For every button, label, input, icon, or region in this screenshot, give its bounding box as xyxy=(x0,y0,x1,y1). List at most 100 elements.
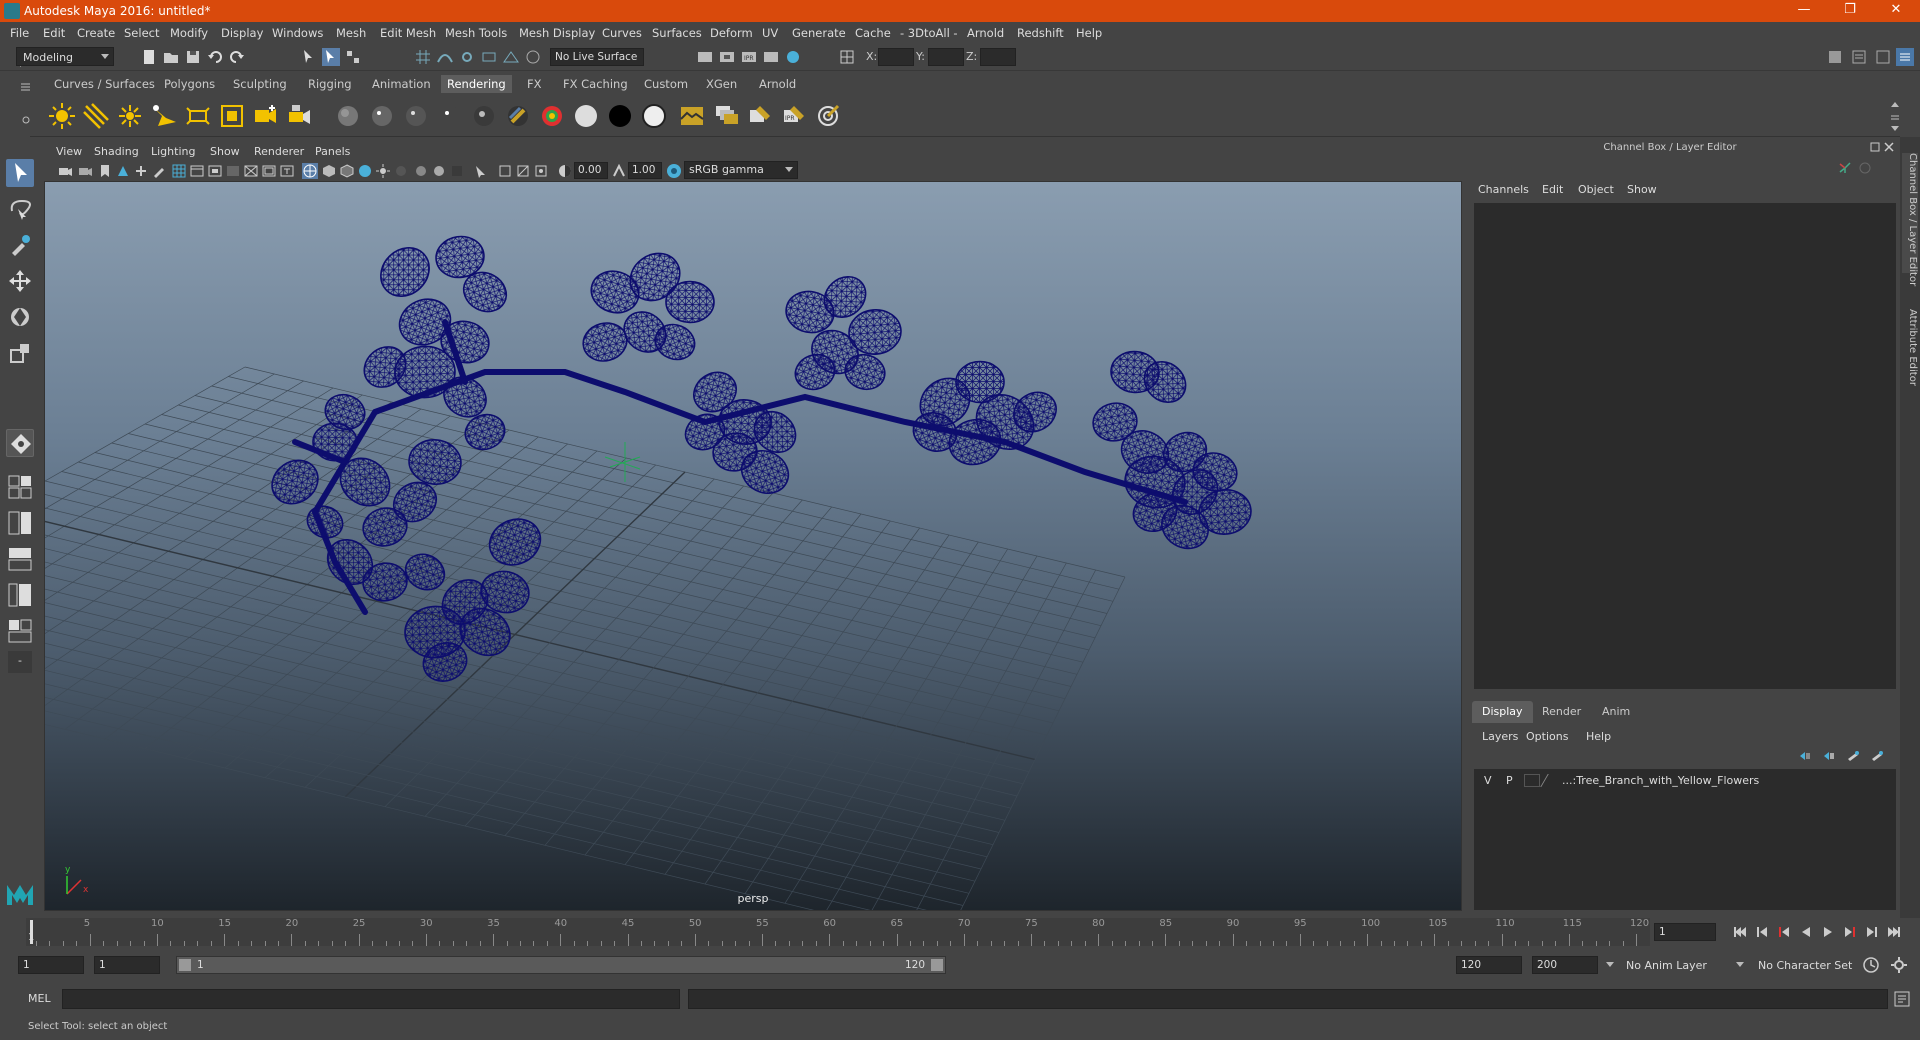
shelf-tab-xgen[interactable]: XGen xyxy=(700,75,743,93)
cb-menu-show[interactable]: Show xyxy=(1627,183,1657,196)
command-input[interactable] xyxy=(62,989,680,1009)
menu-set-dropdown[interactable]: Modeling xyxy=(16,47,114,66)
menu-generate[interactable]: Generate xyxy=(792,26,846,40)
layer-type-toggle[interactable] xyxy=(1524,774,1540,787)
shader-shading-map-icon[interactable] xyxy=(640,102,668,130)
cb-menu-channels[interactable]: Channels xyxy=(1478,183,1529,196)
render-view-icon[interactable] xyxy=(696,48,714,66)
rotate-tool-icon[interactable] xyxy=(6,303,34,331)
layout-hypershade-icon[interactable] xyxy=(6,617,34,645)
shelf-tab-animation[interactable]: Animation xyxy=(366,75,437,93)
character-set-dropdown[interactable]: No Character Set xyxy=(1752,956,1872,975)
menu-edit[interactable]: Edit xyxy=(43,26,65,40)
layout-graph-editor-icon[interactable] xyxy=(6,581,34,609)
menu-redshift[interactable]: Redshift xyxy=(1017,26,1064,40)
flower-petal-mesh[interactable] xyxy=(312,422,358,462)
menu-edit-mesh[interactable]: Edit Mesh xyxy=(380,26,436,40)
viewport-menu-shading[interactable]: Shading xyxy=(94,145,139,158)
bookmark-icon[interactable] xyxy=(98,164,112,178)
script-editor-icon[interactable] xyxy=(1894,991,1910,1007)
cb-menu-object[interactable]: Object xyxy=(1578,183,1614,196)
range-slider[interactable]: 1 120 xyxy=(176,956,946,974)
image-plane-icon[interactable] xyxy=(116,164,130,178)
field-chart-icon[interactable] xyxy=(244,164,258,178)
animation-preferences-icon[interactable] xyxy=(1890,956,1908,974)
render-frame-icon[interactable] xyxy=(718,48,736,66)
flower-petal-mesh[interactable] xyxy=(399,548,450,597)
safe-action-icon[interactable] xyxy=(262,164,276,178)
layer-playback-toggle[interactable]: P xyxy=(1506,774,1513,787)
viewport-menu-show[interactable]: Show xyxy=(210,145,240,158)
shadows-icon[interactable] xyxy=(394,164,408,178)
create-camera-icon[interactable] xyxy=(252,102,280,130)
layout-outliner-icon[interactable] xyxy=(6,545,34,573)
viewport-menu-view[interactable]: View xyxy=(56,145,82,158)
gamma-icon[interactable] xyxy=(612,164,626,178)
layer-row[interactable]: V P ...:Tree_Branch_with_Yellow_Flowers xyxy=(1478,772,1892,790)
modeling-toolkit-icon[interactable] xyxy=(1826,48,1844,66)
undo-icon[interactable] xyxy=(206,48,224,66)
shader-white-icon[interactable] xyxy=(572,102,600,130)
2d-pan-zoom-icon[interactable] xyxy=(134,164,148,178)
viewport-menu-renderer[interactable]: Renderer xyxy=(254,145,304,158)
select-hierarchy-icon[interactable] xyxy=(300,48,318,66)
shader-blinn-icon[interactable] xyxy=(368,102,396,130)
tab-display[interactable]: Display xyxy=(1472,701,1533,723)
channel-box-axis-icon[interactable] xyxy=(1838,161,1852,175)
flower-petal-mesh[interactable] xyxy=(371,238,439,306)
resolution-gate-icon[interactable] xyxy=(208,164,222,178)
menu-curves[interactable]: Curves xyxy=(602,26,642,40)
layer-color-swatch[interactable] xyxy=(1540,774,1558,787)
render-target-icon[interactable] xyxy=(814,102,842,130)
layout-menu-button[interactable]: - xyxy=(8,651,32,673)
gamma-field[interactable]: 1.00 xyxy=(628,162,662,179)
exposure-icon[interactable] xyxy=(558,164,572,178)
save-scene-icon[interactable] xyxy=(184,48,202,66)
step-back-key-icon[interactable] xyxy=(1776,924,1792,940)
transform-constraint-icon[interactable] xyxy=(838,48,856,66)
flower-petal-mesh[interactable] xyxy=(665,280,715,324)
restore-button[interactable]: ❐ xyxy=(1836,2,1864,20)
shelf-tab-sculpting[interactable]: Sculpting xyxy=(227,75,293,93)
viewport-menu-lighting[interactable]: Lighting xyxy=(151,145,195,158)
menu-mesh-display[interactable]: Mesh Display xyxy=(519,26,595,40)
ipr-region-icon[interactable]: IPR xyxy=(780,102,808,130)
select-component-icon[interactable] xyxy=(344,48,362,66)
snap-view-plane-icon[interactable] xyxy=(502,48,520,66)
step-forward-key-icon[interactable] xyxy=(1842,924,1858,940)
step-back-icon[interactable] xyxy=(1754,924,1770,940)
layout-single-pane-icon[interactable] xyxy=(6,473,34,501)
channel-box-icon[interactable] xyxy=(1896,48,1914,66)
scene-canvas[interactable]: y x xyxy=(45,182,1462,911)
layer-visibility-toggle[interactable]: V xyxy=(1484,774,1492,787)
go-to-start-icon[interactable] xyxy=(1732,924,1748,940)
new-layer-selected-icon[interactable] xyxy=(1870,749,1884,763)
le-menu-help[interactable]: Help xyxy=(1586,730,1611,743)
point-light-icon[interactable] xyxy=(116,102,144,130)
shelf-tab-polygons[interactable]: Polygons xyxy=(158,75,221,93)
shader-surface-icon[interactable] xyxy=(436,102,464,130)
attribute-editor-icon[interactable] xyxy=(1850,48,1868,66)
side-tab-attribute-editor[interactable]: Attribute Editor xyxy=(1902,309,1918,399)
channel-box-settings-icon[interactable] xyxy=(1858,161,1872,175)
paint-select-icon[interactable] xyxy=(6,231,34,259)
channel-list[interactable] xyxy=(1474,203,1896,689)
menu-uv[interactable]: UV xyxy=(762,26,778,40)
layout-two-pane-icon[interactable] xyxy=(6,509,34,537)
spot-light-icon[interactable] xyxy=(150,102,178,130)
select-tool-icon[interactable] xyxy=(6,159,34,187)
menu-mesh-tools[interactable]: Mesh Tools xyxy=(445,26,507,40)
volume-light-icon[interactable] xyxy=(218,102,246,130)
side-tab-channel-box[interactable]: Channel Box / Layer Editor xyxy=(1902,153,1918,286)
snap-grid-icon[interactable] xyxy=(414,48,432,66)
go-to-end-icon[interactable] xyxy=(1886,924,1902,940)
tab-anim[interactable]: Anim xyxy=(1592,701,1640,723)
wireframe-on-shaded-icon[interactable] xyxy=(340,164,354,178)
shelf-tab-rendering[interactable]: Rendering xyxy=(441,75,512,93)
wireframe-mode-icon[interactable] xyxy=(302,163,318,179)
hypershade-icon[interactable] xyxy=(784,48,802,66)
current-time-marker[interactable] xyxy=(30,920,33,944)
smooth-shade-icon[interactable] xyxy=(322,164,336,178)
multisample-aa-icon[interactable] xyxy=(450,164,464,178)
menu-deform[interactable]: Deform xyxy=(710,26,753,40)
